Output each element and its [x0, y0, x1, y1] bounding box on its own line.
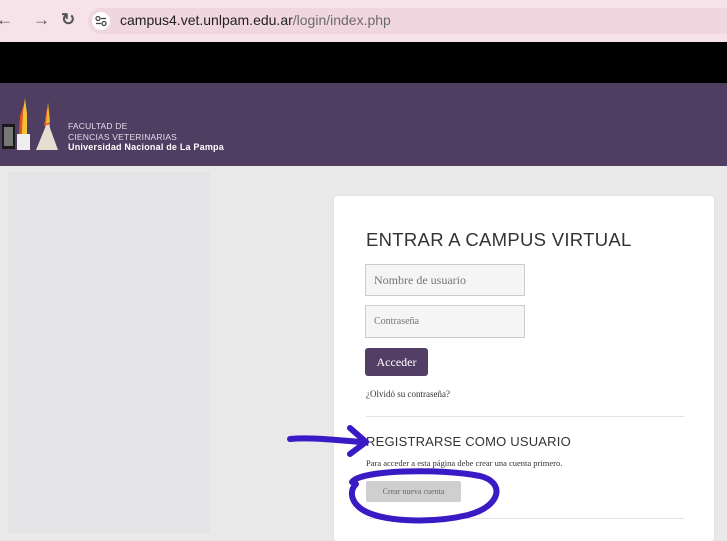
- faculty-line-2: CIENCIAS VETERINARIAS: [68, 132, 178, 142]
- url-text[interactable]: campus4.vet.unlpam.edu.ar/login/index.ph…: [120, 12, 391, 28]
- reload-icon[interactable]: ↻: [61, 10, 75, 30]
- divider: [366, 518, 684, 519]
- divider: [366, 416, 684, 417]
- back-arrow-icon[interactable]: ←: [0, 10, 13, 30]
- faculty-logo: [2, 98, 58, 150]
- url-path: /login/index.php: [292, 12, 391, 28]
- left-panel: [8, 172, 210, 533]
- university-name: Universidad Nacional de La Pampa: [68, 142, 224, 152]
- register-title: REGISTRARSE COMO USUARIO: [366, 434, 571, 449]
- browser-toolbar: ← → ↻ campus4.vet.unlpam.edu.ar/login/in…: [0, 0, 727, 42]
- username-input[interactable]: [365, 264, 525, 296]
- black-band: [0, 42, 727, 83]
- forgot-password-link[interactable]: ¿Olvidó su contraseña?: [366, 389, 450, 399]
- register-text: Para acceder a esta página debe crear un…: [366, 458, 563, 468]
- forward-arrow-icon[interactable]: →: [33, 10, 50, 30]
- login-button[interactable]: Acceder: [365, 348, 428, 376]
- faculty-line-1: FACULTAD DE: [68, 121, 128, 131]
- login-title: ENTRAR A CAMPUS VIRTUAL: [366, 229, 632, 250]
- create-account-button[interactable]: Crear nueva cuenta: [366, 481, 461, 502]
- password-input[interactable]: [365, 305, 525, 338]
- url-host: campus4.vet.unlpam.edu.ar: [120, 12, 293, 28]
- site-settings-icon[interactable]: [92, 12, 110, 30]
